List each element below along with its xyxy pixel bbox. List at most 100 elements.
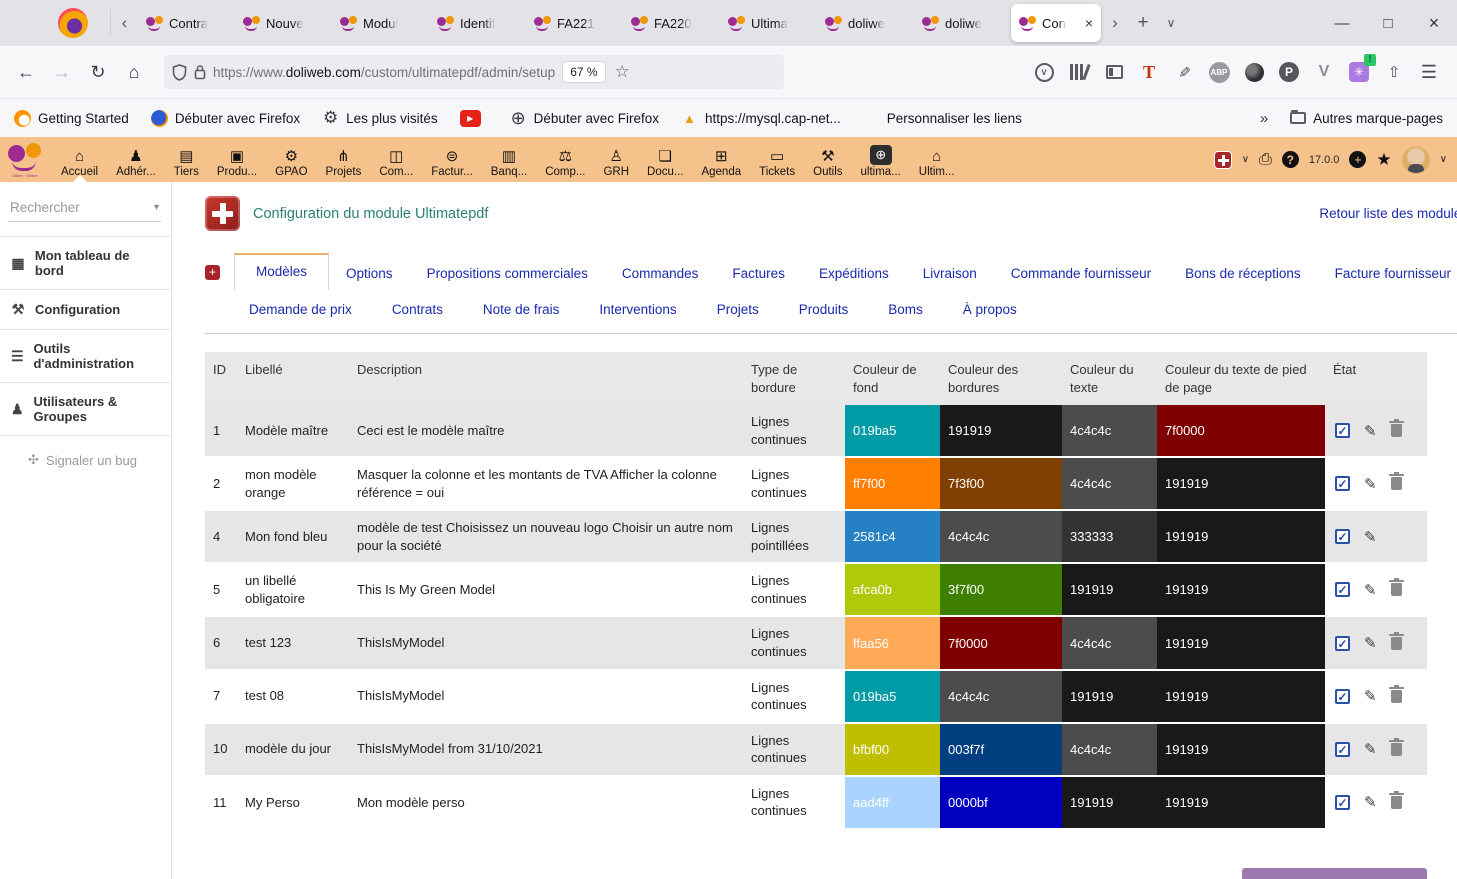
enabled-checkbox[interactable]: [1335, 636, 1350, 651]
back-button[interactable]: ←: [10, 56, 42, 88]
pocket-icon[interactable]: ∨: [1032, 60, 1056, 84]
content-tab[interactable]: Boms: [868, 294, 943, 327]
adblock-plus-icon[interactable]: ABP: [1207, 60, 1231, 84]
browser-tab[interactable]: doliwe: [914, 0, 1011, 46]
search-caret-icon[interactable]: ▾: [154, 202, 159, 213]
delete-trash-icon[interactable]: [1391, 583, 1402, 596]
list-tabs-icon[interactable]: ∨: [1157, 9, 1185, 37]
sidebar-item[interactable]: ▦ Mon tableau de bord: [0, 236, 171, 290]
eyedropper-icon[interactable]: ✎: [1172, 60, 1196, 84]
tab-close-icon[interactable]: ×: [1085, 15, 1093, 31]
chevron-down-icon[interactable]: ∨: [1242, 154, 1249, 165]
tab-scroll-left-icon[interactable]: ‹: [110, 9, 138, 37]
bookmark-item[interactable]: Getting Started: [14, 110, 129, 127]
browser-tab[interactable]: FA221: [526, 0, 623, 46]
browser-tab[interactable]: Identif: [429, 0, 526, 46]
content-tab[interactable]: Demande de prix: [229, 294, 372, 327]
add-model-button[interactable]: AJOUTER UN MODÈLE: [1242, 868, 1427, 879]
edit-pencil-icon[interactable]: ✎: [1364, 475, 1377, 493]
edit-pencil-icon[interactable]: ✎: [1364, 793, 1377, 811]
app-menu-item[interactable]: ⊕ ultima...: [852, 143, 910, 180]
tracking-shield-icon[interactable]: [172, 64, 187, 81]
content-tab[interactable]: Expéditions: [802, 257, 906, 290]
extension-alert-icon[interactable]: ✳!: [1347, 60, 1371, 84]
enabled-checkbox[interactable]: [1335, 529, 1350, 544]
enabled-checkbox[interactable]: [1335, 423, 1350, 438]
print-icon[interactable]: ⎙: [1259, 151, 1272, 169]
bookmark-item[interactable]: https://mysql.cap-net...: [681, 110, 841, 127]
user-menu-chevron-icon[interactable]: ∨: [1440, 154, 1447, 165]
content-tab[interactable]: Modèles: [234, 253, 329, 290]
content-tab[interactable]: Interventions: [579, 294, 696, 327]
privacy-ball-icon[interactable]: [1242, 60, 1266, 84]
new-tab-button[interactable]: +: [1129, 9, 1157, 37]
content-tab[interactable]: Facture fournisseur: [1318, 257, 1457, 290]
content-tab[interactable]: Options: [329, 257, 410, 290]
report-bug-link[interactable]: ✣ Signaler un bug: [0, 436, 171, 468]
vimium-icon[interactable]: V: [1312, 60, 1336, 84]
app-menu-item[interactable]: ⚒ Outils: [804, 147, 851, 180]
window-maximize-button[interactable]: □: [1365, 3, 1411, 43]
help-icon[interactable]: ?: [1282, 151, 1299, 168]
text-tool-extension-icon[interactable]: T: [1137, 60, 1161, 84]
content-tab[interactable]: Livraison: [906, 257, 994, 290]
browser-tab[interactable]: Nouve: [235, 0, 332, 46]
app-menu-item[interactable]: ⚙ GPAO: [266, 147, 316, 180]
edit-pencil-icon[interactable]: ✎: [1364, 581, 1377, 599]
back-to-modules-link[interactable]: Retour liste des modules: [1319, 206, 1457, 221]
bookmark-star-icon[interactable]: ☆: [615, 62, 630, 82]
browser-tab[interactable]: Con ×: [1011, 4, 1101, 42]
enabled-checkbox[interactable]: [1335, 742, 1350, 757]
bookmarks-overflow-icon[interactable]: »: [1260, 110, 1268, 127]
user-avatar[interactable]: [1402, 146, 1430, 174]
lock-icon[interactable]: [194, 64, 206, 80]
content-tab[interactable]: Bons de réceptions: [1168, 257, 1318, 290]
sidebar-item[interactable]: ♟ Utilisateurs & Groupes: [0, 383, 171, 436]
app-menu-item[interactable]: ⚖ Comp...: [536, 147, 594, 180]
app-menu-item[interactable]: ♟ Adhér...: [107, 147, 165, 180]
app-menu-item[interactable]: ⊜ Factur...: [422, 147, 482, 180]
content-tab[interactable]: Produits: [779, 294, 869, 327]
home-button[interactable]: ⌂: [118, 56, 150, 88]
address-bar[interactable]: https://www.doliweb.com/custom/ultimatep…: [164, 55, 784, 89]
delete-trash-icon[interactable]: [1391, 477, 1402, 490]
dolibarr-logo-icon[interactable]: [8, 143, 42, 177]
module-quick-icon[interactable]: [1214, 151, 1232, 169]
recommend-extension-icon[interactable]: ⇧: [1382, 60, 1406, 84]
content-tab[interactable]: Commandes: [605, 257, 716, 290]
enabled-checkbox[interactable]: [1335, 582, 1350, 597]
edit-pencil-icon[interactable]: ✎: [1364, 634, 1377, 652]
delete-trash-icon[interactable]: [1391, 424, 1402, 437]
app-menu-item[interactable]: ▣ Produ...: [208, 147, 266, 180]
browser-tab[interactable]: Ultima: [720, 0, 817, 46]
app-menu-item[interactable]: ⌂ Accueil: [52, 147, 107, 180]
browser-tab[interactable]: doliwe: [817, 0, 914, 46]
app-menu-item[interactable]: ♙ GRH: [594, 147, 638, 180]
sidebar-item[interactable]: ⚒ Configuration: [0, 290, 171, 330]
enabled-checkbox[interactable]: [1335, 476, 1350, 491]
app-menu-item[interactable]: ▥ Banq...: [482, 147, 536, 180]
tab-scroll-right-icon[interactable]: ›: [1101, 9, 1129, 37]
search-input[interactable]: Rechercher ▾: [8, 194, 161, 222]
edit-pencil-icon[interactable]: ✎: [1364, 740, 1377, 758]
password-manager-icon[interactable]: P: [1277, 60, 1301, 84]
sidebar-toggle-icon[interactable]: [1102, 60, 1126, 84]
content-tab[interactable]: Propositions commerciales: [410, 257, 605, 290]
delete-trash-icon[interactable]: [1391, 690, 1402, 703]
app-menu-item[interactable]: ◫ Com...: [370, 147, 422, 180]
delete-trash-icon[interactable]: [1391, 637, 1402, 650]
browser-tab[interactable]: Modul: [332, 0, 429, 46]
delete-trash-icon[interactable]: [1391, 796, 1402, 809]
content-tab[interactable]: Factures: [715, 257, 802, 290]
app-menu-item[interactable]: ❏ Docu...: [638, 147, 692, 180]
favorites-star-icon[interactable]: ★: [1376, 150, 1391, 170]
app-menu-item[interactable]: ▭ Tickets: [750, 147, 804, 180]
bookmark-item[interactable]: Débuter avec Firefox: [510, 110, 659, 127]
library-icon[interactable]: [1067, 60, 1091, 84]
content-tab[interactable]: Note de frais: [463, 294, 580, 327]
sidebar-item[interactable]: ☰ Outils d'administration: [0, 330, 171, 383]
window-close-button[interactable]: ×: [1411, 3, 1457, 43]
zoom-level-badge[interactable]: 67 %: [562, 61, 605, 83]
forward-button[interactable]: →: [46, 56, 78, 88]
browser-tab[interactable]: FA220: [623, 0, 720, 46]
